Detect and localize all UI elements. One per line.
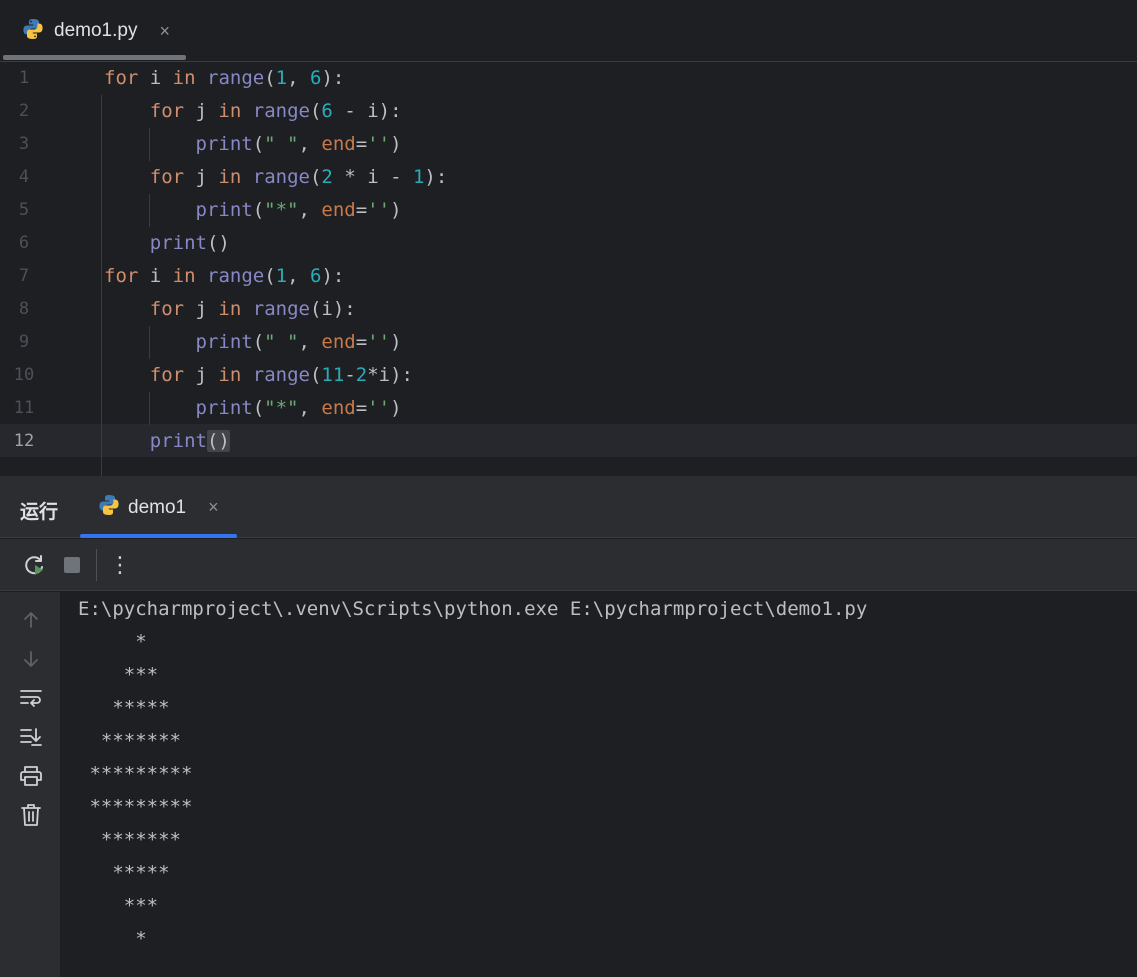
active-run-tab-indicator (80, 534, 237, 538)
line-number: 8 (18, 299, 30, 319)
editor-tab-bar: demo1.py × (0, 0, 1137, 62)
line-number: 11 (13, 398, 35, 418)
code-line-5: print("*", end='') (195, 199, 402, 221)
stop-icon[interactable] (58, 551, 86, 579)
line-number: 3 (18, 134, 30, 154)
console-output[interactable]: E:\pycharmproject\.venv\Scripts\python.e… (60, 592, 1137, 977)
line-number: 1 (18, 68, 30, 88)
line-number: 6 (18, 233, 30, 253)
code-line-6: print() (149, 232, 230, 254)
console-line: *** (78, 895, 159, 917)
close-icon[interactable]: × (159, 21, 170, 42)
console-line: ***** (78, 862, 170, 884)
soft-wrap-icon[interactable] (17, 684, 45, 712)
run-tab-demo1[interactable]: demo1 × (98, 494, 219, 521)
toolbar-separator (96, 549, 97, 581)
line-number: 7 (18, 266, 30, 286)
editor-tab-label: demo1.py (54, 20, 138, 41)
code-line-8: for j in range(i): (149, 298, 356, 320)
console-line: * (78, 928, 147, 950)
line-number: 2 (18, 101, 30, 121)
close-icon[interactable]: × (208, 497, 219, 518)
line-number: 10 (13, 365, 35, 385)
print-icon[interactable] (17, 762, 45, 790)
console-line: ******* (78, 829, 181, 851)
code-line-10: for j in range(11-2*i): (149, 364, 413, 386)
code-line-3: print(" ", end='') (195, 133, 402, 155)
code-line-2: for j in range(6 - i): (149, 100, 402, 122)
code-line-4: for j in range(2 * i - 1): (149, 166, 448, 188)
code-line-1: for i in range(1, 6): (104, 67, 345, 89)
console-line: ********* (78, 763, 193, 785)
line-number: 9 (18, 332, 30, 352)
line-number-gutter: 1 2 3 4 5 6 7 8 9 10 11 12 (0, 62, 70, 476)
console-side-toolbar (0, 592, 60, 977)
line-number-current: 12 (13, 431, 35, 451)
console-line: ********* (78, 796, 193, 818)
console-line: ******* (78, 730, 181, 752)
run-tab-label: demo1 (128, 496, 187, 518)
code-line-11: print("*", end='') (195, 397, 402, 419)
arrow-up-icon[interactable] (17, 606, 45, 634)
console-line-command: E:\pycharmproject\.venv\Scripts\python.e… (78, 598, 868, 620)
scroll-to-end-icon[interactable] (17, 723, 45, 751)
line-number: 4 (18, 167, 30, 187)
code-editor[interactable]: 1 2 3 4 5 6 7 8 9 10 11 12 for i in rang… (0, 62, 1137, 476)
run-toolbar: ⋮ (0, 539, 1137, 591)
console-line: *** (78, 664, 159, 686)
more-options-icon[interactable]: ⋮ (106, 551, 134, 579)
python-file-icon (22, 18, 44, 45)
rerun-icon[interactable] (20, 551, 48, 579)
active-tab-indicator (3, 55, 186, 60)
indent-guide (101, 95, 102, 476)
run-panel-title: 运行 (20, 502, 59, 523)
python-file-icon (98, 494, 120, 521)
line-number: 5 (18, 200, 30, 220)
code-line-9: print(" ", end='') (195, 331, 402, 353)
code-line-12: print() (149, 430, 230, 452)
console-line: ***** (78, 697, 170, 719)
editor-tab-demo1[interactable]: demo1.py × (14, 14, 178, 48)
code-line-7: for i in range(1, 6): (104, 265, 345, 287)
trash-icon[interactable] (17, 801, 45, 829)
arrow-down-icon[interactable] (17, 645, 45, 673)
console-line: * (78, 631, 147, 653)
run-panel-header: 运行 demo1 × (0, 478, 1137, 538)
